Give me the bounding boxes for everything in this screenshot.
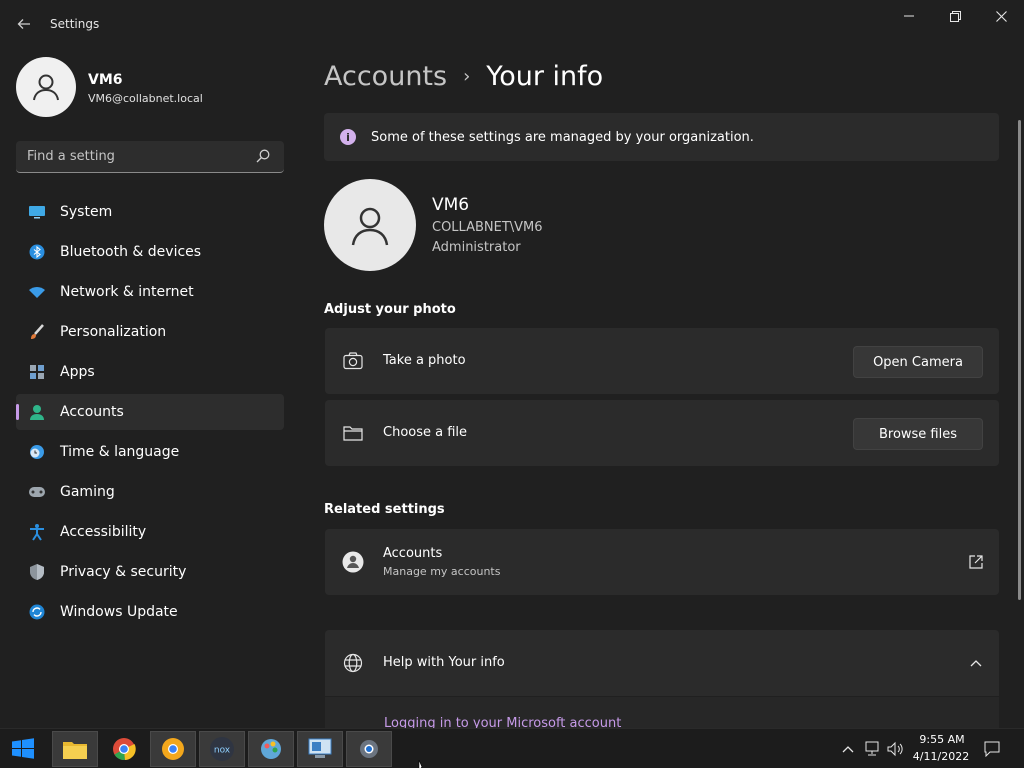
camera-icon (342, 350, 364, 372)
user-avatar (324, 179, 416, 271)
breadcrumb: Accounts › Your info (324, 58, 603, 94)
browse-files-button[interactable]: Browse files (853, 418, 983, 450)
help-expander[interactable]: Help with Your info (325, 630, 999, 696)
profile-name: VM6 (88, 72, 123, 88)
sidebar-item-gaming[interactable]: Gaming (16, 474, 284, 510)
breadcrumb-separator: › (463, 65, 471, 87)
open-camera-button[interactable]: Open Camera (853, 346, 983, 378)
choose-file-label: Choose a file (383, 425, 468, 440)
chrome-canary-icon[interactable] (150, 731, 196, 767)
avatar (16, 57, 76, 117)
shield-icon (28, 563, 46, 581)
external-link-icon[interactable] (965, 551, 987, 573)
brush-icon (28, 323, 46, 341)
help-link[interactable]: Logging in to your Microsoft account (384, 716, 621, 728)
sidebar-nav: System Bluetooth & devices Network & int… (16, 194, 284, 634)
minimize-icon[interactable] (886, 0, 932, 32)
sidebar-item-label: Windows Update (60, 604, 178, 620)
take-photo-row: Take a photo Open Camera (325, 328, 999, 394)
apps-icon (28, 363, 46, 381)
sidebar-item-privacy[interactable]: Privacy & security (16, 554, 284, 590)
chevron-up-icon[interactable] (965, 652, 987, 674)
section-title-adjust-photo: Adjust your photo (324, 302, 456, 317)
user-domain: COLLABNET\VM6 (432, 220, 543, 235)
sidebar-item-label: Time & language (60, 444, 180, 460)
folder-icon (342, 422, 364, 444)
sidebar-item-personalization[interactable]: Personalization (16, 314, 284, 350)
sidebar-item-label: Accounts (60, 404, 124, 420)
account-avatar-icon (342, 551, 364, 573)
help-content: Logging in to your Microsoft account (325, 697, 999, 728)
update-icon (28, 603, 46, 621)
sidebar-item-label: Apps (60, 364, 95, 380)
accessibility-icon (28, 523, 46, 541)
sidebar-item-system[interactable]: System (16, 194, 284, 230)
accounts-icon (28, 403, 46, 421)
globe-icon (342, 652, 364, 674)
help-title: Help with Your info (383, 655, 505, 670)
sidebar-item-label: Gaming (60, 484, 115, 500)
sidebar-item-apps[interactable]: Apps (16, 354, 284, 390)
sidebar-item-label: Accessibility (60, 524, 147, 540)
chrome-icon[interactable] (101, 731, 147, 767)
svg-text:nox: nox (214, 746, 231, 756)
clock-date[interactable]: 4/11/2022 (908, 750, 974, 763)
title-bar: Settings (0, 0, 1024, 48)
take-photo-label: Take a photo (383, 353, 466, 368)
bluetooth-icon (28, 243, 46, 261)
sidebar-item-time-language[interactable]: Time & language (16, 434, 284, 470)
page-title: Your info (486, 60, 604, 92)
file-explorer-icon[interactable] (52, 731, 98, 767)
sidebar-item-label: Network & internet (60, 284, 194, 300)
search-input[interactable]: Find a setting (16, 141, 284, 173)
scrollbar[interactable] (1018, 120, 1021, 600)
start-icon[interactable] (0, 731, 46, 767)
accounts-link-row[interactable]: Accounts Manage my accounts (325, 529, 999, 595)
sidebar-item-windows-update[interactable]: Windows Update (16, 594, 284, 630)
sidebar-item-label: Privacy & security (60, 564, 187, 580)
restore-icon[interactable] (932, 0, 978, 32)
user-role: Administrator (432, 240, 521, 255)
profile-email: VM6@collabnet.local (88, 92, 203, 105)
section-title-related-settings: Related settings (324, 502, 445, 517)
search-icon[interactable] (256, 149, 272, 165)
managed-info-bar: i Some of these settings are managed by … (324, 113, 999, 161)
choose-file-row: Choose a file Browse files (325, 400, 999, 466)
sidebar-item-bluetooth[interactable]: Bluetooth & devices (16, 234, 284, 270)
info-icon: i (340, 129, 356, 145)
remote-desktop-icon[interactable] (297, 731, 343, 767)
nox-icon[interactable]: nox (199, 731, 245, 767)
volume-icon[interactable] (886, 739, 906, 759)
taskbar: nox 9:55 AM 4/11/2022 (0, 728, 1024, 768)
sidebar-item-label: System (60, 204, 113, 220)
breadcrumb-parent[interactable]: Accounts (324, 61, 447, 92)
clock-globe-icon (28, 443, 46, 461)
profile-header: VM6 VM6@collabnet.local (16, 57, 286, 117)
chevron-up-icon[interactable] (838, 739, 858, 759)
wifi-icon (28, 283, 46, 301)
sidebar-item-network[interactable]: Network & internet (16, 274, 284, 310)
info-bar-text: Some of these settings are managed by yo… (371, 129, 754, 145)
sidebar-item-label: Personalization (60, 324, 167, 340)
sidebar-item-label: Bluetooth & devices (60, 244, 202, 260)
accounts-link-label: Accounts (383, 546, 443, 561)
user-card: VM6 COLLABNET\VM6 Administrator (324, 179, 924, 271)
app-title: Settings (50, 17, 100, 31)
network-icon[interactable] (862, 739, 882, 759)
gamepad-icon (28, 483, 46, 501)
system-icon (28, 203, 46, 221)
mouse-cursor-icon (418, 758, 428, 768)
paint-icon[interactable] (248, 731, 294, 767)
clock-time[interactable]: 9:55 AM (912, 733, 972, 746)
notification-icon[interactable] (982, 739, 1002, 759)
search-placeholder: Find a setting (27, 149, 115, 164)
back-arrow-icon[interactable] (12, 12, 36, 36)
settings-icon[interactable] (346, 731, 392, 767)
user-name: VM6 (432, 195, 470, 215)
accounts-link-sublabel: Manage my accounts (383, 565, 501, 578)
settings-window: Settings VM6 VM6@collabnet.local Find a … (0, 0, 1024, 728)
sidebar-item-accessibility[interactable]: Accessibility (16, 514, 284, 550)
sidebar-item-accounts[interactable]: Accounts (16, 394, 284, 430)
close-icon[interactable] (978, 0, 1024, 32)
